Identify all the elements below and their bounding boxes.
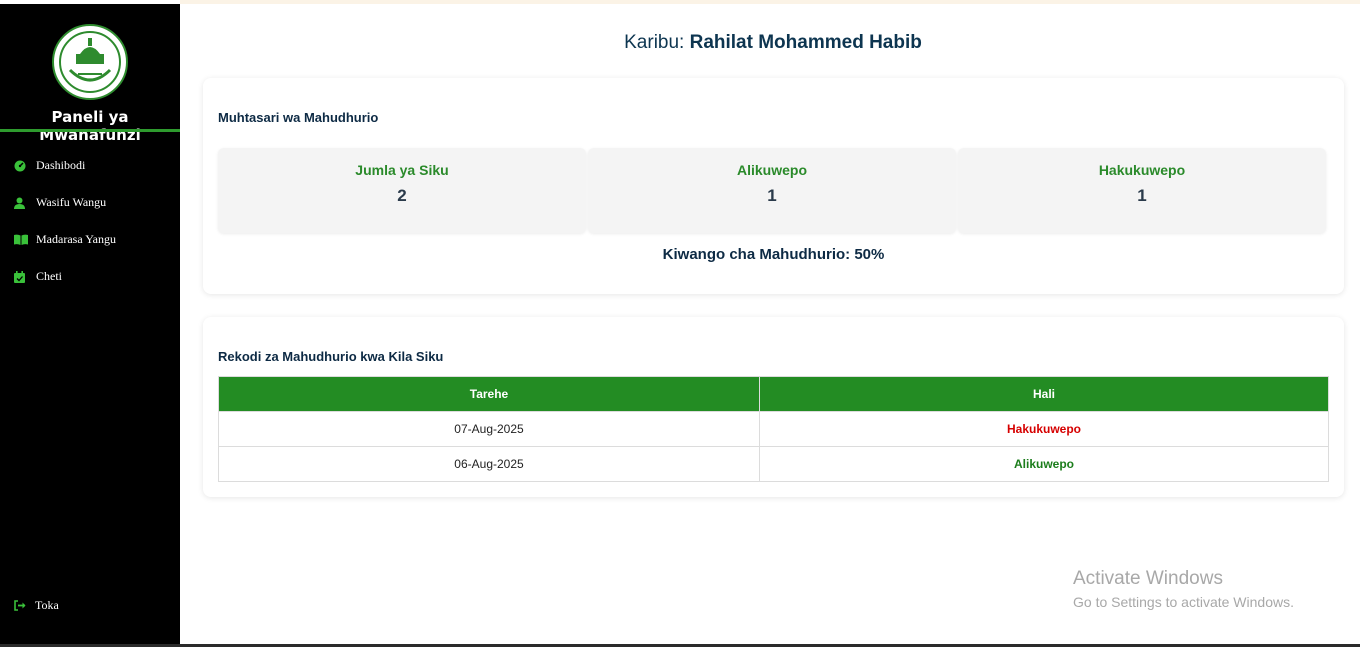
table-header-row: Tarehe Hali bbox=[218, 376, 1329, 412]
dashboard-icon bbox=[14, 159, 30, 173]
stats-row: Jumla ya Siku 2 Alikuwepo 1 Hakukuwepo 1 bbox=[218, 148, 1326, 233]
sidebar-item-classes[interactable]: Madarasa Yangu bbox=[14, 221, 116, 258]
stat-value: 2 bbox=[397, 186, 407, 205]
stat-present: Alikuwepo 1 bbox=[588, 148, 956, 233]
stat-absent: Hakukuwepo 1 bbox=[958, 148, 1326, 233]
attendance-rate: Kiwango cha Mahudhurio: 50% bbox=[662, 246, 885, 263]
sidebar-item-profile[interactable]: Wasifu Wangu bbox=[14, 184, 116, 221]
welcome-heading: Karibu: Rahilat Mohammed Habib bbox=[180, 32, 1360, 54]
book-icon bbox=[14, 233, 30, 247]
student-name: Rahilat Mohammed Habib bbox=[689, 32, 922, 53]
stat-value: 1 bbox=[767, 186, 777, 205]
stat-total-days: Jumla ya Siku 2 bbox=[218, 148, 586, 233]
sidebar-item-label: Madarasa Yangu bbox=[36, 232, 116, 246]
user-icon bbox=[14, 196, 30, 210]
stat-label: Hakukuwepo bbox=[1098, 162, 1186, 178]
stat-value: 1 bbox=[1137, 186, 1147, 205]
sidebar-item-certificate[interactable]: Cheti bbox=[14, 258, 116, 295]
records-title: Rekodi za Mahudhurio kwa Kila Siku bbox=[218, 349, 444, 364]
school-logo bbox=[52, 24, 128, 100]
stat-label: Alikuwepo bbox=[736, 162, 807, 178]
record-date: 06-Aug-2025 bbox=[218, 446, 760, 482]
sign-out-icon bbox=[14, 600, 30, 611]
sidebar-item-label: Dashibodi bbox=[36, 158, 86, 172]
watermark-title: Activate Windows bbox=[1073, 568, 1223, 589]
sidebar-item-label: Wasifu Wangu bbox=[36, 195, 107, 209]
windows-activation-watermark: Activate Windows Go to Settings to activ… bbox=[1073, 568, 1294, 610]
summary-title: Muhtasari wa Mahudhurio bbox=[218, 110, 379, 125]
top-border bbox=[180, 0, 1360, 4]
attendance-summary-card: Muhtasari wa Mahudhurio Jumla ya Siku 2 … bbox=[203, 78, 1344, 294]
welcome-prefix: Karibu: bbox=[624, 32, 685, 53]
logout-button[interactable]: Toka bbox=[14, 598, 59, 613]
record-date: 07-Aug-2025 bbox=[218, 411, 760, 447]
calendar-check-icon bbox=[14, 270, 30, 284]
record-status: Hakukuwepo bbox=[759, 411, 1329, 447]
column-header-status: Hali bbox=[759, 376, 1329, 412]
column-header-date: Tarehe bbox=[218, 376, 760, 412]
sidebar: Paneli ya Mwanafunzi Dashibodi Wasifu Wa… bbox=[0, 4, 180, 645]
watermark-subtitle: Go to Settings to activate Windows. bbox=[1073, 594, 1294, 610]
sidebar-item-dashboard[interactable]: Dashibodi bbox=[14, 147, 116, 184]
logout-label: Toka bbox=[35, 598, 59, 612]
attendance-records-card: Rekodi za Mahudhurio kwa Kila Siku Tareh… bbox=[203, 317, 1344, 497]
table-row: 07-Aug-2025 Hakukuwepo bbox=[218, 411, 1329, 447]
sidebar-item-label: Cheti bbox=[36, 269, 62, 283]
sidebar-nav: Dashibodi Wasifu Wangu Madarasa Yangu Ch… bbox=[14, 147, 116, 295]
table-row: 06-Aug-2025 Alikuwepo bbox=[218, 446, 1329, 482]
record-status: Alikuwepo bbox=[759, 446, 1329, 482]
brand-divider bbox=[0, 129, 180, 132]
stat-label: Jumla ya Siku bbox=[355, 162, 449, 178]
attendance-table: Tarehe Hali 07-Aug-2025 Hakukuwepo 06-Au… bbox=[218, 376, 1329, 482]
